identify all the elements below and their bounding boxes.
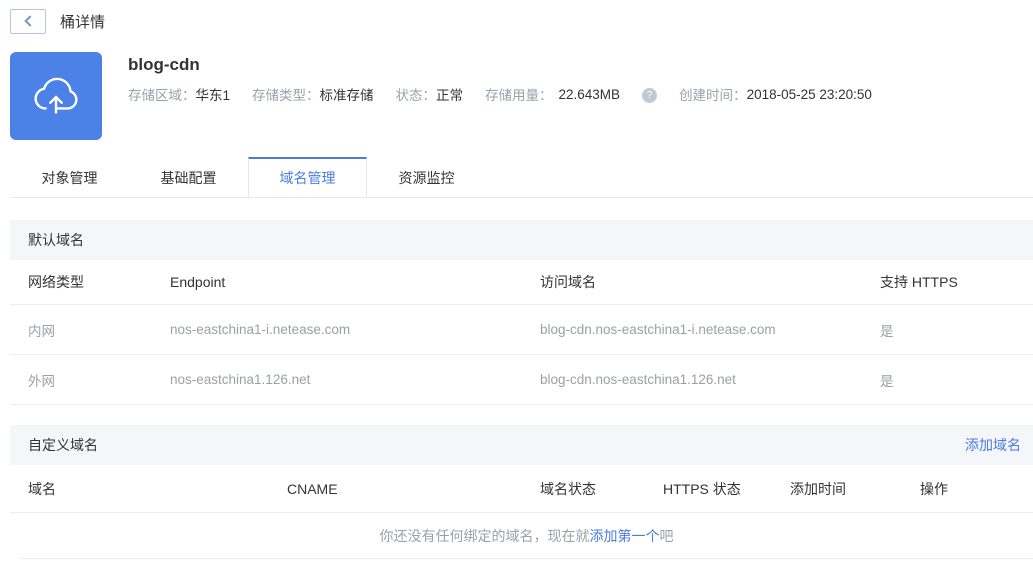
cell-network-type: 内网 xyxy=(28,323,55,339)
cell-endpoint: nos-eastchina1.126.net xyxy=(170,372,311,387)
tabbar: 对象管理 基础配置 域名管理 资源监控 xyxy=(10,157,1033,198)
meta-label-storage-type: 存储类型： xyxy=(252,88,320,103)
col-access-domain: 访问域名 xyxy=(540,274,596,290)
table-row-intranet: 内网 nos-eastchina1-i.netease.com blog-cdn… xyxy=(10,305,1033,355)
col-https-status: HTTPS 状态 xyxy=(663,480,741,497)
cloud-upload-icon xyxy=(34,77,78,114)
cell-network-type: 外网 xyxy=(28,373,55,389)
bucket-info: blog-cdn 存储区域： 华东1 存储类型： 标准存储 状态： 正常 存储用… xyxy=(10,52,1033,140)
meta-label-status: 状态： xyxy=(395,88,437,103)
page-title: 桶详情 xyxy=(60,13,106,31)
meta-label-created: 创建时间： xyxy=(679,88,747,103)
bucket-detail-page: 桶详情 blog-cdn 存储区域： 华东1 存储类型： 标准存储 状态： 正常… xyxy=(0,0,1033,559)
empty-state: 你还没有任何绑定的域名，现在就 添加第一个吧 xyxy=(20,513,1033,559)
empty-state-text: 你还没有任何绑定的域名，现在就 xyxy=(379,527,590,544)
col-https-support: 支持 HTTPS xyxy=(880,274,958,290)
bucket-avatar xyxy=(10,52,102,140)
help-icon[interactable]: ? xyxy=(642,87,658,103)
add-domain-link[interactable]: 添加域名 xyxy=(965,435,1021,455)
default-domains-section-header: 默认域名 xyxy=(10,220,1033,260)
cell-access-domain: blog-cdn.nos-eastchina1-i.netease.com xyxy=(540,322,776,337)
default-domains-table: 网络类型 Endpoint 访问域名 支持 HTTPS 内网 nos-eastc… xyxy=(10,260,1033,405)
bucket-text: blog-cdn 存储区域： 华东1 存储类型： 标准存储 状态： 正常 存储用… xyxy=(128,52,894,140)
custom-domains-header-row: 域名 CNAME 域名状态 HTTPS 状态 添加时间 操作 xyxy=(10,465,1033,513)
cell-https-support: 是 xyxy=(880,373,894,389)
meta-value-status: 正常 xyxy=(436,88,464,103)
meta-label-region: 存储区域： xyxy=(128,88,196,103)
col-endpoint: Endpoint xyxy=(170,274,226,290)
tab-object-management[interactable]: 对象管理 xyxy=(10,157,129,197)
meta-label-usage: 存储用量： xyxy=(485,88,553,103)
topbar: 桶详情 xyxy=(10,8,1033,34)
meta-value-region: 华东1 xyxy=(195,88,231,103)
col-domain: 域名 xyxy=(28,480,56,497)
col-domain-status: 域名状态 xyxy=(540,480,596,497)
custom-domains-table: 域名 CNAME 域名状态 HTTPS 状态 添加时间 操作 你还没有任何绑定的… xyxy=(10,465,1033,559)
default-domains-title: 默认域名 xyxy=(28,232,84,248)
back-button[interactable] xyxy=(10,8,46,34)
bucket-name: blog-cdn xyxy=(128,55,200,74)
meta-value-storage-type: 标准存储 xyxy=(319,88,374,103)
meta-value-created: 2018-05-25 23:20:50 xyxy=(746,86,872,102)
col-cname: CNAME xyxy=(287,480,338,497)
default-domains-header-row: 网络类型 Endpoint 访问域名 支持 HTTPS xyxy=(10,260,1033,305)
table-row-internet: 外网 nos-eastchina1.126.net blog-cdn.nos-e… xyxy=(10,355,1033,405)
meta-value-usage: 22.643MB xyxy=(558,86,621,102)
cell-access-domain: blog-cdn.nos-eastchina1.126.net xyxy=(540,372,736,387)
col-added-time: 添加时间 xyxy=(790,480,846,497)
col-network-type: 网络类型 xyxy=(28,274,84,290)
bucket-meta: 存储区域： 华东1 存储类型： 标准存储 状态： 正常 存储用量： 22.643… xyxy=(128,84,894,104)
tab-basic-config[interactable]: 基础配置 xyxy=(129,157,248,197)
chevron-left-icon xyxy=(23,15,36,27)
tab-resource-monitor[interactable]: 资源监控 xyxy=(367,157,486,197)
cell-endpoint: nos-eastchina1-i.netease.com xyxy=(170,322,351,337)
empty-state-suffix: 吧 xyxy=(659,527,674,544)
col-actions: 操作 xyxy=(920,480,948,497)
cell-https-support: 是 xyxy=(880,323,894,339)
add-first-domain-link[interactable]: 添加第一个 xyxy=(590,526,660,546)
tab-domain-management[interactable]: 域名管理 xyxy=(248,157,367,198)
custom-domains-section-header: 自定义域名 添加域名 xyxy=(10,425,1033,465)
custom-domains-title: 自定义域名 xyxy=(28,437,98,453)
